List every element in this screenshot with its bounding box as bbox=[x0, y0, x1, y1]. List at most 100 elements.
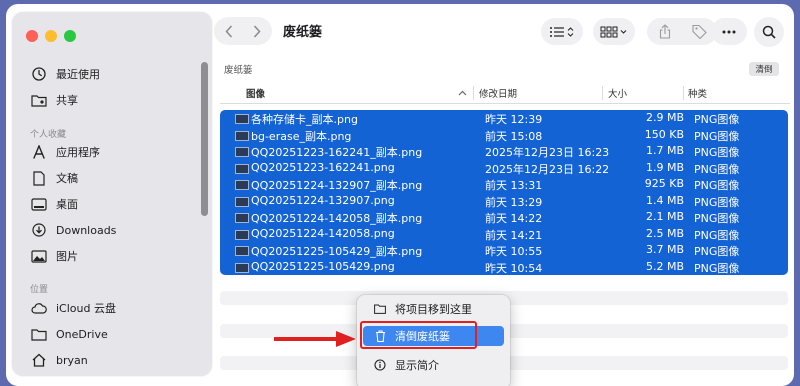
file-kind: PNG图像 bbox=[694, 228, 740, 242]
sidebar-item-applications[interactable]: 应用程序 bbox=[30, 142, 100, 162]
file-kind: PNG图像 bbox=[694, 212, 740, 225]
file-name: QQ20251224-142058_副本.png bbox=[251, 212, 423, 225]
file-size: 1.7 MB bbox=[645, 144, 684, 157]
sidebar-item-documents[interactable]: 文稿 bbox=[30, 168, 78, 188]
sidebar-scrollbar[interactable] bbox=[201, 62, 208, 216]
table-row[interactable]: bg-erase_副本.png 前天 15:08 150 KB PNG图像 bbox=[220, 127, 788, 143]
folder-icon bbox=[373, 304, 387, 314]
sidebar-item-label: 应用程序 bbox=[56, 146, 100, 159]
file-size: 2.9 MB bbox=[645, 111, 684, 124]
sidebar-item-recents[interactable]: 最近使用 bbox=[30, 64, 100, 84]
group-by-button[interactable] bbox=[593, 18, 635, 45]
minimize-window-button[interactable] bbox=[45, 30, 57, 42]
file-name: QQ20251223-162241_副本.png bbox=[251, 146, 423, 159]
close-window-button[interactable] bbox=[26, 30, 38, 42]
sidebar-item-downloads[interactable]: Downloads bbox=[30, 220, 116, 240]
table-row[interactable]: QQ20251224-132907_副本.png 前天 13:31 925 KB… bbox=[220, 176, 788, 192]
tag-icon bbox=[692, 24, 707, 39]
sidebar-item-label: 共享 bbox=[56, 94, 78, 107]
column-header-name[interactable]: 图像 bbox=[246, 84, 265, 102]
sidebar-item-icloud[interactable]: iCloud 云盘 bbox=[30, 298, 116, 318]
sidebar-item-onedrive[interactable]: OneDrive bbox=[30, 324, 108, 344]
column-divider bbox=[473, 86, 474, 100]
finder-window: 最近使用 共享 个人收藏 应用程序 文稿 桌面 Downloads 图片 位置 … bbox=[6, 4, 794, 386]
desktop-icon bbox=[30, 195, 48, 213]
file-date: 昨天 12:39 bbox=[485, 113, 543, 126]
file-date: 前天 13:29 bbox=[485, 195, 543, 209]
png-thumbnail-icon bbox=[235, 163, 249, 174]
sidebar-item-shared[interactable]: 共享 bbox=[30, 90, 78, 110]
png-thumbnail-icon bbox=[235, 229, 249, 240]
png-thumbnail-icon bbox=[235, 147, 249, 157]
column-header-date[interactable]: 修改日期 bbox=[479, 84, 517, 102]
info-icon bbox=[373, 359, 387, 371]
navigation-buttons bbox=[214, 17, 272, 45]
file-name: QQ20251225-105429_副本.png bbox=[251, 245, 423, 258]
file-size: 5.2 MB bbox=[645, 259, 684, 273]
file-name: QQ20251224-142058.png bbox=[251, 226, 395, 240]
file-date: 前天 14:22 bbox=[485, 212, 543, 225]
column-header-kind[interactable]: 种类 bbox=[688, 84, 707, 102]
applications-icon bbox=[30, 143, 48, 161]
menu-item-move-here[interactable]: 将项目移到这里 bbox=[363, 299, 504, 319]
column-header-size[interactable]: 大小 bbox=[608, 84, 627, 102]
table-row[interactable]: 各种存储卡_副本.png 昨天 12:39 2.9 MB PNG图像 bbox=[220, 110, 788, 126]
file-kind: PNG图像 bbox=[694, 129, 740, 143]
empty-trash-button[interactable]: 清倒 bbox=[749, 62, 779, 76]
file-date: 昨天 10:55 bbox=[485, 245, 543, 258]
column-divider bbox=[602, 86, 603, 100]
share-tag-group bbox=[647, 18, 717, 45]
more-actions-button[interactable] bbox=[711, 18, 747, 45]
file-name: QQ20251224-132907_副本.png bbox=[251, 179, 423, 192]
file-date: 2025年12月23日 16:22 bbox=[485, 162, 610, 176]
file-date: 前天 14:21 bbox=[485, 228, 543, 242]
png-thumbnail-icon bbox=[235, 114, 249, 124]
table-row[interactable]: QQ20251223-162241_副本.png 2025年12月23日 16:… bbox=[220, 143, 788, 159]
search-button[interactable] bbox=[754, 17, 784, 47]
share-button[interactable] bbox=[647, 24, 682, 39]
search-icon bbox=[762, 25, 776, 39]
back-button[interactable] bbox=[215, 24, 243, 38]
file-name: 各种存储卡_副本.png bbox=[251, 113, 358, 126]
sidebar-item-home[interactable]: bryan bbox=[30, 350, 88, 370]
file-size: 3.7 MB bbox=[645, 243, 684, 256]
table-row[interactable]: QQ20251223-162241.png 2025年12月23日 16:22 … bbox=[220, 160, 788, 176]
menu-item-get-info[interactable]: 显示简介 bbox=[363, 355, 504, 375]
file-date: 昨天 10:54 bbox=[485, 261, 543, 275]
grid-icon bbox=[600, 26, 627, 37]
png-thumbnail-icon bbox=[235, 262, 249, 273]
window-title: 废纸篓 bbox=[283, 25, 323, 40]
share-icon bbox=[659, 24, 670, 39]
sidebar-item-desktop[interactable]: 桌面 bbox=[30, 194, 78, 214]
sidebar-item-label: 文稿 bbox=[56, 172, 78, 185]
sidebar-item-label: OneDrive bbox=[56, 327, 108, 341]
file-kind: PNG图像 bbox=[694, 179, 740, 192]
pictures-icon bbox=[30, 247, 48, 265]
png-thumbnail-icon bbox=[235, 213, 249, 223]
file-size: 1.9 MB bbox=[645, 160, 684, 174]
table-row[interactable]: QQ20251225-105429_副本.png 昨天 10:55 3.7 MB… bbox=[220, 242, 788, 258]
table-row[interactable]: QQ20251225-105429.png 昨天 10:54 5.2 MB PN… bbox=[220, 259, 788, 275]
forward-button[interactable] bbox=[243, 24, 271, 38]
file-name: QQ20251225-105429.png bbox=[251, 259, 395, 273]
table-row[interactable]: QQ20251224-132907.png 前天 13:29 1.4 MB PN… bbox=[220, 193, 788, 209]
chevron-right-icon bbox=[253, 24, 261, 38]
table-row[interactable]: QQ20251224-142058_副本.png 前天 14:22 2.1 MB… bbox=[220, 209, 788, 225]
list-view-icon bbox=[550, 26, 574, 37]
annotation-arrow-icon bbox=[274, 331, 356, 347]
menu-item-label: 显示简介 bbox=[395, 359, 439, 372]
view-options-button[interactable] bbox=[541, 18, 583, 45]
sidebar-item-label: iCloud 云盘 bbox=[56, 302, 116, 315]
sidebar-item-pictures[interactable]: 图片 bbox=[30, 246, 78, 266]
zoom-window-button[interactable] bbox=[64, 30, 76, 42]
document-icon bbox=[30, 169, 48, 187]
sidebar-item-label: 图片 bbox=[56, 250, 78, 263]
sort-chevron-icon[interactable] bbox=[458, 84, 467, 102]
annotation-highlight-box bbox=[360, 321, 477, 349]
table-row[interactable]: QQ20251224-142058.png 前天 14:21 2.5 MB PN… bbox=[220, 226, 788, 242]
png-thumbnail-icon bbox=[235, 196, 249, 207]
sidebar: 最近使用 共享 个人收藏 应用程序 文稿 桌面 Downloads 图片 位置 … bbox=[12, 12, 212, 376]
sidebar-item-label: 桌面 bbox=[56, 198, 78, 211]
more-icon bbox=[722, 30, 736, 33]
file-name: QQ20251223-162241.png bbox=[251, 160, 395, 174]
